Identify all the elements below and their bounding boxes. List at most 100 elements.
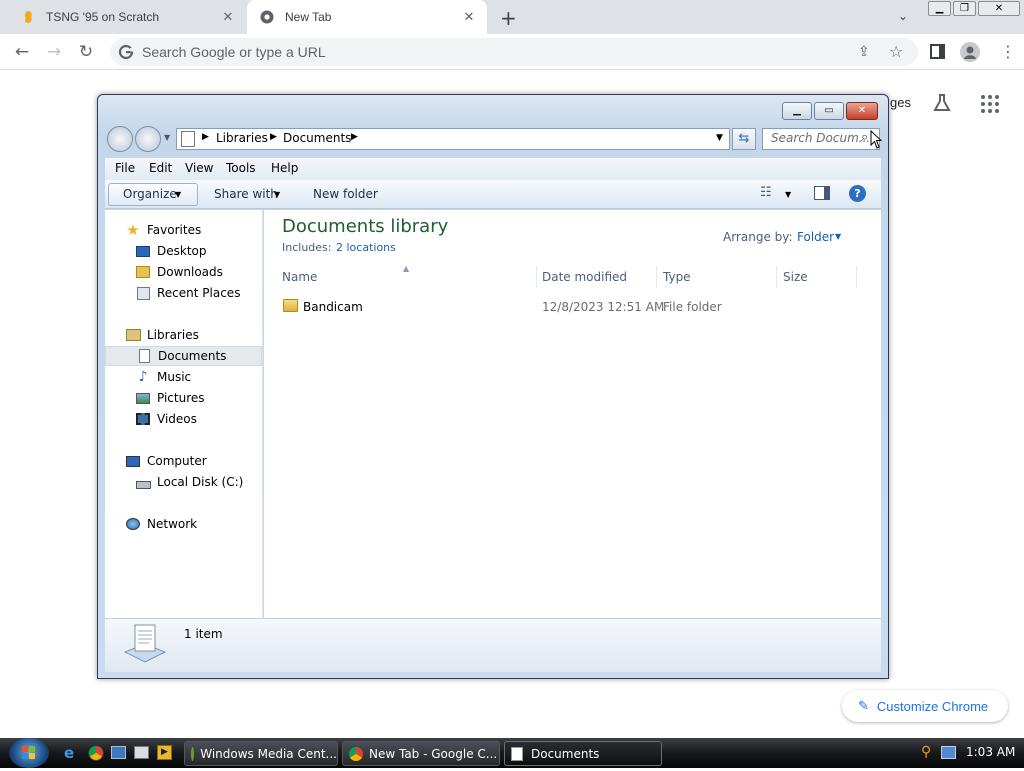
nav-label: Downloads: [157, 265, 223, 279]
start-button-icon[interactable]: [9, 738, 49, 768]
back-icon[interactable]: ←: [12, 42, 32, 62]
column-divider[interactable]: [656, 266, 657, 288]
nav-desktop[interactable]: Desktop: [105, 241, 263, 261]
column-divider[interactable]: [536, 266, 537, 288]
arrange-chevron-icon[interactable]: ▼: [835, 232, 841, 241]
share-with-button[interactable]: Share with: [214, 187, 278, 201]
customize-chrome-button[interactable]: ✎ Customize Chrome: [842, 690, 1008, 722]
nav-label: Pictures: [157, 391, 205, 405]
tab-search-chevron-icon[interactable]: ⌄: [898, 9, 908, 23]
chrome-menu-icon[interactable]: ⋮: [1000, 42, 1016, 61]
tray-search-icon[interactable]: ⚲: [921, 744, 931, 760]
search-icon[interactable]: ⌕: [861, 130, 868, 145]
close-tab-icon[interactable]: ✕: [220, 9, 236, 25]
media-player-icon[interactable]: ▶: [157, 745, 172, 760]
minimize-icon[interactable]: ▁: [782, 102, 812, 120]
tab-tsng[interactable]: TSNG '95 on Scratch ✕: [8, 0, 246, 34]
restore-icon[interactable]: ❐: [953, 1, 976, 16]
nav-videos[interactable]: Videos: [105, 409, 263, 429]
labs-flask-icon[interactable]: [932, 93, 952, 113]
documents-icon: [511, 746, 523, 761]
reload-icon[interactable]: ↻: [76, 42, 96, 62]
arrange-by-dropdown[interactable]: Folder: [797, 230, 834, 244]
internet-explorer-icon[interactable]: e: [64, 744, 74, 762]
maximize-icon[interactable]: ▭: [814, 102, 844, 120]
taskbar-task-media-center[interactable]: Windows Media Cent...: [184, 741, 338, 766]
breadcrumb-separator-icon[interactable]: ▶: [351, 132, 358, 142]
file-name[interactable]: Bandicam: [303, 300, 363, 314]
breadcrumb-separator-icon[interactable]: ▶: [270, 132, 277, 142]
taskbar-task-chrome[interactable]: New Tab - Google C...: [342, 741, 500, 766]
nav-music[interactable]: ♪ Music: [105, 367, 263, 387]
preview-pane-icon[interactable]: [814, 186, 830, 200]
includes-label: Includes:: [282, 241, 332, 254]
help-icon[interactable]: ?: [849, 185, 866, 202]
bookmark-star-icon[interactable]: ☆: [889, 42, 903, 61]
close-icon[interactable]: ✕: [978, 1, 1020, 16]
apps-grid-icon[interactable]: [980, 94, 1000, 114]
pictures-icon: [135, 390, 151, 406]
nav-local-disk[interactable]: Local Disk (C:): [105, 472, 263, 492]
nav-pictures[interactable]: Pictures: [105, 388, 263, 408]
nav-recent-places[interactable]: Recent Places: [105, 283, 263, 303]
new-folder-button[interactable]: New folder: [313, 187, 378, 201]
pencil-icon: ✎: [858, 698, 869, 713]
address-dropdown-icon[interactable]: ▼: [716, 133, 723, 143]
breadcrumb-libraries[interactable]: Libraries: [216, 131, 268, 145]
file-type: File folder: [663, 300, 722, 314]
ntp-images-link[interactable]: ges: [890, 95, 911, 110]
menu-tools[interactable]: Tools: [226, 161, 256, 175]
clock[interactable]: 1:03 AM: [966, 745, 1015, 759]
new-tab-button[interactable]: +: [500, 6, 517, 30]
breadcrumb-separator-icon[interactable]: ▶: [202, 132, 209, 142]
view-chevron-icon[interactable]: ▼: [785, 190, 791, 199]
customize-label: Customize Chrome: [876, 698, 989, 714]
close-tab-icon[interactable]: ✕: [461, 9, 477, 25]
menu-view[interactable]: View: [185, 161, 213, 175]
view-options-icon[interactable]: ☷: [760, 185, 772, 200]
task-label: Windows Media Cent...: [200, 746, 337, 761]
nav-favorites[interactable]: ★ Favorites: [105, 220, 263, 240]
share-icon[interactable]: ⇪: [858, 44, 870, 60]
column-date-modified[interactable]: Date modified: [542, 270, 627, 284]
nav-documents[interactable]: Documents: [105, 346, 262, 366]
show-desktop-icon[interactable]: [111, 746, 126, 759]
arrange-by-label: Arrange by:: [723, 230, 793, 244]
nav-libraries[interactable]: Libraries: [105, 325, 263, 345]
column-name[interactable]: Name: [282, 270, 317, 284]
profile-avatar-icon[interactable]: [960, 42, 980, 62]
menu-edit[interactable]: Edit: [149, 161, 172, 175]
column-divider[interactable]: [776, 266, 777, 288]
tray-network-icon[interactable]: [941, 746, 956, 759]
includes-locations-link[interactable]: 2 locations: [336, 241, 396, 254]
side-panel-icon[interactable]: [930, 44, 945, 59]
menu-file[interactable]: File: [115, 161, 135, 175]
nav-network[interactable]: Network: [105, 514, 263, 534]
menu-help[interactable]: Help: [271, 161, 298, 175]
tab-new-tab[interactable]: New Tab ✕: [247, 0, 487, 34]
music-icon: ♪: [138, 369, 148, 385]
omnibox-placeholder[interactable]: Search Google or type a URL: [142, 44, 326, 60]
nav-downloads[interactable]: Downloads: [105, 262, 263, 282]
breadcrumb-documents[interactable]: Documents: [283, 131, 351, 145]
nav-label: Recent Places: [157, 286, 241, 300]
column-type[interactable]: Type: [663, 270, 691, 284]
search-placeholder[interactable]: Search Docum...: [771, 131, 870, 145]
column-size[interactable]: Size: [783, 270, 808, 284]
column-divider[interactable]: [856, 266, 857, 288]
taskbar-task-documents[interactable]: Documents: [504, 741, 662, 766]
switch-windows-icon[interactable]: [134, 746, 149, 759]
recent-pages-chevron-icon[interactable]: ▼: [164, 133, 170, 142]
minimize-icon[interactable]: ▁: [928, 1, 951, 16]
nav-computer[interactable]: Computer: [105, 451, 263, 471]
close-icon[interactable]: ✕: [846, 102, 878, 120]
refresh-icon[interactable]: ⇆: [732, 128, 756, 150]
forward-icon[interactable]: →: [44, 42, 64, 62]
forward-button-icon[interactable]: [135, 126, 161, 152]
recent-places-icon: [135, 285, 151, 301]
back-button-icon[interactable]: [107, 126, 133, 152]
nav-label: Documents: [158, 349, 227, 363]
libraries-icon: [125, 327, 141, 343]
downloads-folder-icon: [135, 264, 151, 280]
chrome-quicklaunch-icon[interactable]: [88, 745, 104, 761]
